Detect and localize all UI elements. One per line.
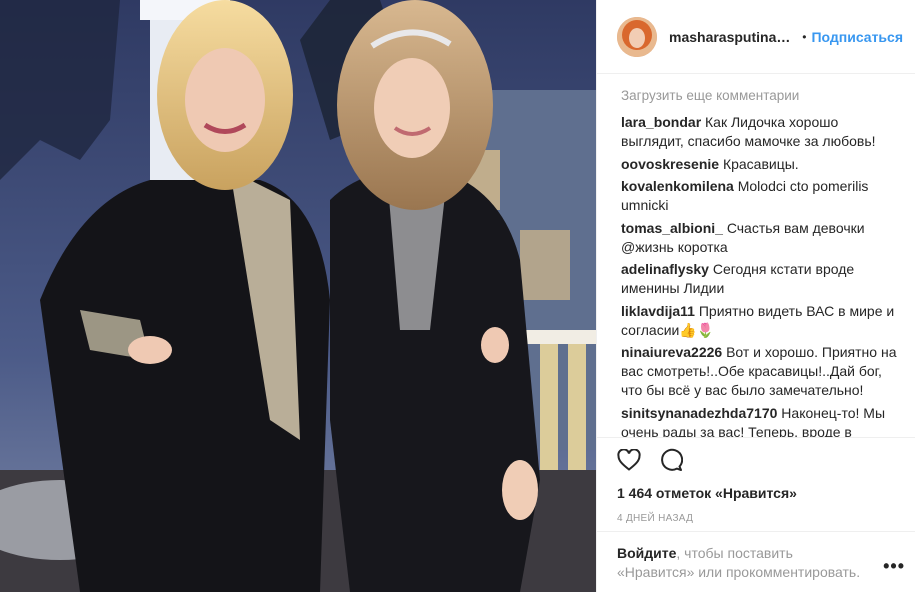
avatar-image [617,16,657,57]
comment-item: oovoskresenie Красавицы. [621,155,897,174]
comment-username[interactable]: ninaiureva2226 [621,344,722,360]
comment-username[interactable]: adelinaflysky [621,261,709,277]
post-photo[interactable] [0,0,596,592]
post-actions [597,438,915,482]
likes-count[interactable]: 1 464 отметок «Нравится» [597,482,915,504]
comment-item: ninaiureva2226 Вот и хорошо. Приятно на … [621,343,897,400]
comment-item: sinitsynanadezhda7170 Наконец-то! Мы оче… [621,404,897,438]
post-sidebar: masharasputina_offi... • Подписаться Заг… [596,0,915,592]
more-options-icon[interactable]: ••• [883,556,905,577]
comment-username[interactable]: kovalenkomilena [621,178,734,194]
login-link[interactable]: Войдите [617,545,676,561]
comment-item: lara_bondar Как Лидочка хорошо выглядит,… [621,113,897,151]
post-time[interactable]: 4 дней назад [597,513,915,524]
photo-illustration [0,0,596,592]
comment-username[interactable]: lara_bondar [621,114,701,130]
comment-username[interactable]: tomas_albioni_ [621,220,723,236]
avatar[interactable] [617,16,657,57]
comment-username[interactable]: liklavdija11 [621,303,695,319]
heart-icon[interactable] [615,446,643,474]
comment-text: Красавицы. [722,155,799,172]
login-prompt: Войдите, чтобы поставить «Нравится» или … [597,531,915,592]
post-header: masharasputina_offi... • Подписаться [597,0,915,74]
separator-dot: • [802,29,807,44]
load-more-comments-button[interactable]: Загрузить еще комментарии [621,88,897,103]
instagram-post: masharasputina_offi... • Подписаться Заг… [0,0,915,592]
comment-icon-svg [661,448,683,471]
comment-item: adelinaflysky Сегодня кстати вроде имени… [621,260,897,298]
username[interactable]: masharasputina_offi... [669,29,796,45]
heart-icon-svg [617,449,641,471]
comment-item: kovalenkomilena Molodci cto pomerilis um… [621,177,897,215]
comment-username[interactable]: oovoskresenie [621,156,719,172]
comments-list[interactable]: Загрузить еще комментарии lara_bondar Ка… [597,74,915,438]
comment-item: tomas_albioni_ Счастья вам девочки @жизн… [621,219,897,257]
comment-icon[interactable] [657,446,685,474]
follow-button[interactable]: Подписаться [811,29,903,45]
comment-item: liklavdija11 Приятно видеть ВАС в мире и… [621,302,897,340]
comment-username[interactable]: sinitsynanadezhda7170 [621,405,777,421]
